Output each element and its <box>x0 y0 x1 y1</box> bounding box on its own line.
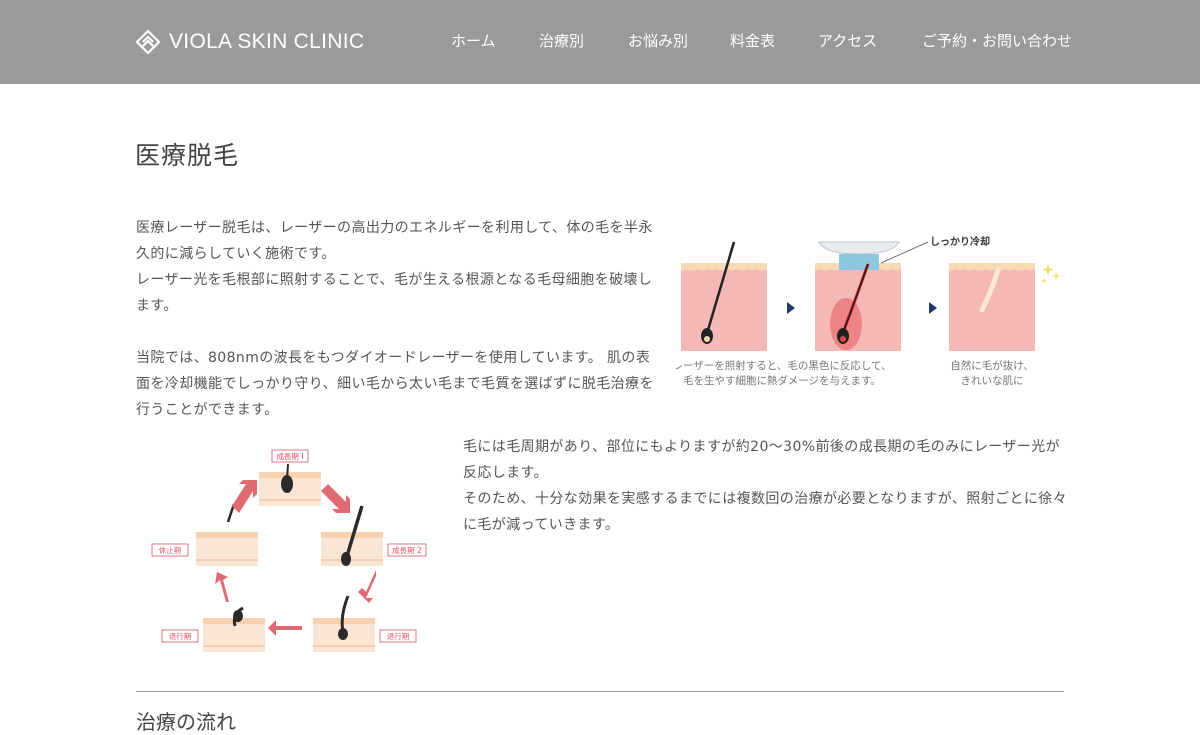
caption-left-2: 毛を生やす細胞に熱ダメージを与えます。 <box>683 374 881 387</box>
stage-regression-left: 退行期 <box>161 606 266 653</box>
arrow-down-right-icon <box>321 484 350 513</box>
nav-treatments[interactable]: 治療別 <box>539 30 584 52</box>
arrow-down-left-icon <box>358 570 376 603</box>
section-divider <box>136 691 1064 692</box>
stage-label-growth2: 成長期 2 <box>392 545 422 555</box>
nav-home[interactable]: ホーム <box>451 30 496 52</box>
arrow-up-right-icon <box>232 480 257 513</box>
next-section-heading: 治療の流れ <box>136 710 236 734</box>
arrow-up-icon <box>215 572 229 602</box>
laser-process-diagram: しっかり冷却 レーザーを照射すると、毛の黒色に反応して、 毛を生やす細胞に熱ダメ… <box>676 235 1060 387</box>
intro-paragraph: 医療レーザー脱毛は、レーザーの高出力のエネルギーを利用して、体の毛を半永久的に減… <box>136 220 654 418</box>
stage-label-rest: 休止期 <box>159 545 182 555</box>
nav-pricing[interactable]: 料金表 <box>730 30 775 52</box>
stage-label-growth1: 成長期 I <box>276 451 303 461</box>
hair-cycle-paragraph: 毛には毛周期があり、部位にもよりますが約20〜30%前後の成長期の毛のみにレーザ… <box>463 439 1068 533</box>
page-title: 医療脱毛 <box>135 141 240 170</box>
skin-panel-before <box>681 241 767 351</box>
caption-right-2: きれいな肌に <box>961 375 1024 387</box>
nav-contact[interactable]: ご予約・お問い合わせ <box>922 30 1072 52</box>
stage-growth1: 成長期 I <box>258 449 322 507</box>
arrow-icon <box>929 302 937 314</box>
main-nav: ホーム 治療別 お悩み別 料金表 アクセス ご予約・お問い合わせ <box>0 30 1200 54</box>
skin-panel-after <box>949 263 1060 351</box>
arrow-left-icon <box>268 620 302 636</box>
stage-regression-right: 退行期 <box>312 595 417 653</box>
stage-label-regression2: 退行期 <box>387 631 410 641</box>
hair-cycle-diagram: 成長期 I 成長期 2 退行期 退行期 休止期 <box>151 449 427 653</box>
sparkle-icon <box>1042 264 1054 275</box>
stage-rest: 休止期 <box>151 503 259 567</box>
stage-growth2: 成長期 2 <box>320 505 427 567</box>
cooling-label: しっかり冷却 <box>930 235 990 248</box>
site-header: VIOLA SKIN CLINIC ホーム 治療別 お悩み別 料金表 アクセス … <box>0 0 1200 84</box>
nav-concerns[interactable]: お悩み別 <box>628 30 688 52</box>
stage-label-regression1: 退行期 <box>169 631 192 641</box>
caption-right-1: 自然に毛が抜け、 <box>950 359 1033 372</box>
nav-access[interactable]: アクセス <box>818 30 877 52</box>
arrow-icon <box>787 302 795 314</box>
caption-left-1: レーザーを照射すると、毛の黒色に反応して、 <box>676 359 892 372</box>
skin-panel-laser <box>815 241 929 351</box>
